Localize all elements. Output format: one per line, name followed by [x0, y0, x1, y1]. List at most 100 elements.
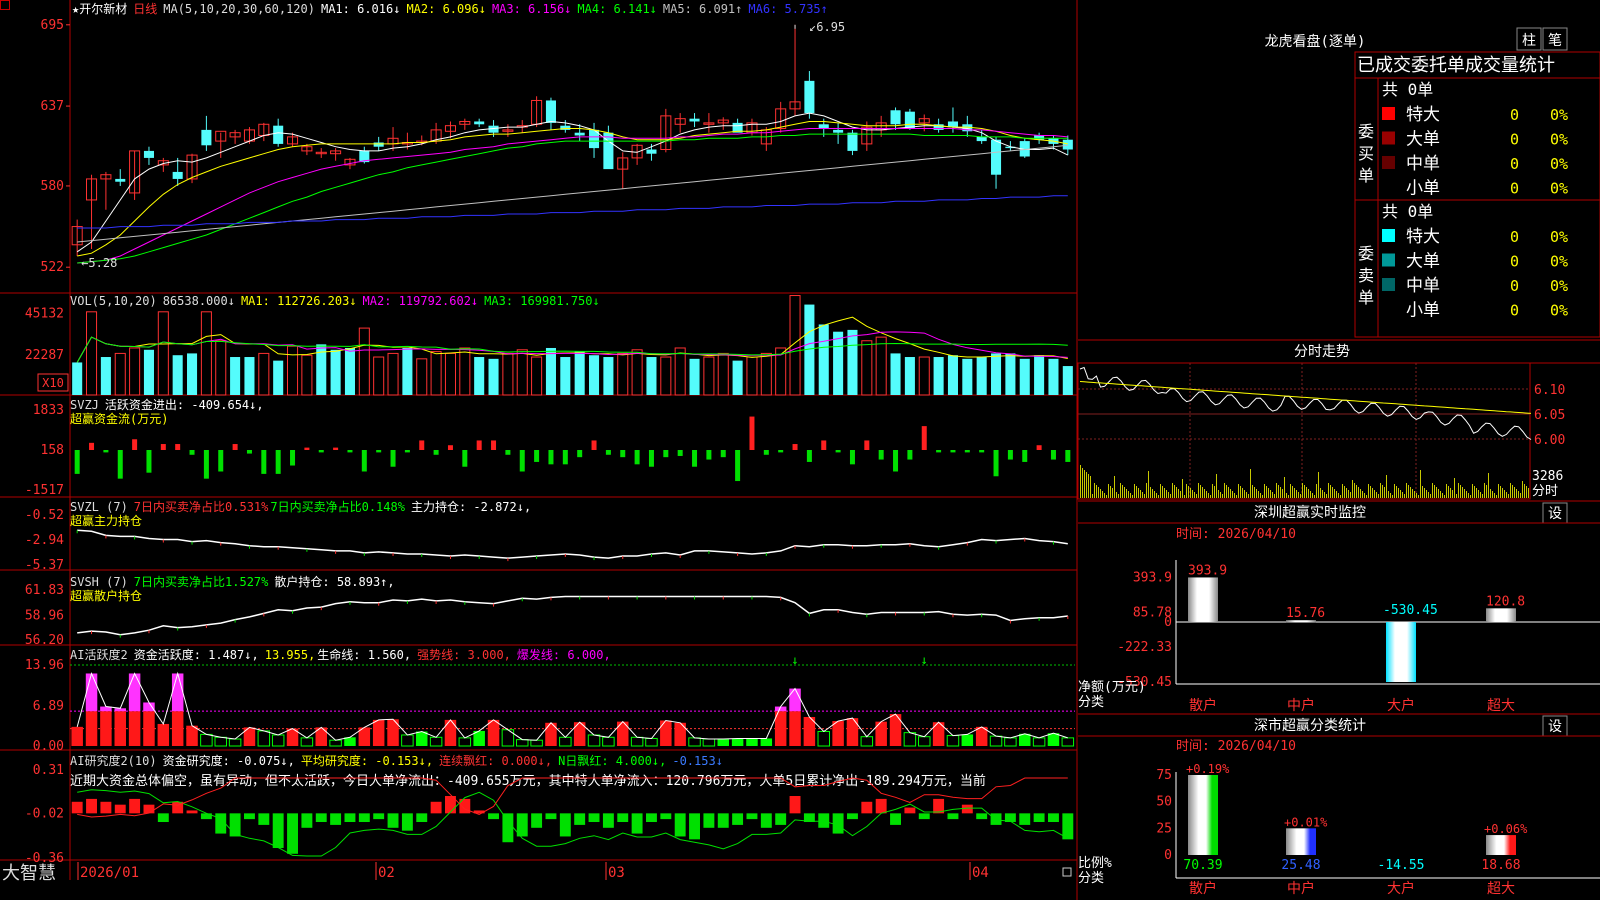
fund-flow-bar: [534, 450, 540, 462]
sz-class-y-title: 比例%: [1078, 856, 1112, 871]
fund-flow-bar: [1036, 445, 1042, 450]
ai-research-bar: [775, 813, 787, 825]
ai-research-bar: [961, 804, 973, 814]
buy-order-side-label: 单: [1358, 166, 1374, 185]
sell-order-row-name: 中单: [1406, 276, 1440, 296]
vol-bar: [833, 331, 844, 395]
intraday-vol-bar: [1288, 495, 1289, 498]
intraday-vol-bar: [1272, 492, 1273, 498]
fund-flow-bar: [634, 450, 640, 465]
fund-flow-bar: [117, 450, 123, 479]
vol-bar: [402, 347, 413, 395]
intraday-vol-bar: [1362, 491, 1363, 498]
intraday-vol-bar: [1090, 476, 1091, 498]
intraday-vol-bar: [1162, 486, 1163, 498]
ai-active-bar: [401, 734, 414, 747]
candle-body: [646, 149, 657, 154]
intraday-vol-bar: [1302, 483, 1303, 498]
intraday-vol-bar: [1306, 487, 1307, 498]
intraday-vol-bar: [1334, 489, 1335, 498]
vol-value: 86538.000↓: [163, 294, 235, 308]
ai-research-label: AI研究度2(10): [70, 753, 157, 768]
fund-flow-bar: [1050, 450, 1056, 460]
buy-order-side-label: 委: [1358, 122, 1374, 141]
candle-body: [574, 132, 585, 136]
ma-value-5: MA5: 6.091↑: [663, 2, 742, 16]
svzl-y-tick-label: -0.52: [25, 508, 64, 523]
fund-flow-bar: [462, 450, 468, 467]
intraday-vol-bar: [1158, 495, 1159, 498]
vol-bar: [430, 351, 442, 396]
ai-active-bar: [516, 739, 529, 747]
intraday-vol-bar: [1482, 494, 1483, 498]
intraday-vol-bar: [1364, 493, 1365, 498]
intraday-vol-bar: [1156, 493, 1157, 498]
intraday-vol-bar: [1192, 490, 1193, 498]
time-axis-label: 2026/01: [80, 865, 139, 881]
vol-bar: [646, 357, 657, 395]
sell-order-side-label: 委: [1358, 244, 1374, 263]
intraday-vol-bar: [1096, 485, 1097, 498]
intraday-vol-bar: [1232, 491, 1233, 498]
vol-y-tick-label: 45132: [25, 307, 64, 322]
intraday-vol-bar: [1500, 486, 1501, 498]
vol-label: VOL(5,10,20): [70, 294, 157, 308]
intraday-vol-bar: [1142, 492, 1143, 498]
ai-active-bar: [660, 720, 672, 746]
intraday-vol-bar: [1092, 494, 1093, 498]
vol-ma2: MA2: 119792.602↓: [363, 294, 479, 308]
sz-class-pct-label: +0.06%: [1484, 822, 1528, 836]
fund-flow-bar: [103, 450, 109, 453]
sz-monitor-time: 时间: 2026/04/10: [1176, 527, 1296, 542]
candle-body: [545, 100, 556, 123]
intraday-vol-bar: [1454, 478, 1455, 498]
intraday-vol-bar: [1270, 490, 1271, 498]
intraday-vol-bar: [1308, 489, 1309, 498]
fund-flow-bar: [605, 450, 611, 455]
intraday-vol-bar: [1424, 488, 1425, 498]
intraday-vol-bar: [1296, 490, 1297, 498]
ai-active-bar: [717, 739, 729, 746]
fund-flow-bar: [304, 447, 310, 450]
intraday-vol-bar: [1410, 487, 1411, 498]
svzj-y-tick-label: -1517: [25, 483, 64, 498]
intraday-vol-bar: [1138, 488, 1139, 498]
sz-monitor-category: 超大: [1487, 698, 1515, 714]
intraday-vol-bar: [1228, 487, 1229, 498]
ai-active-bar: [300, 737, 314, 747]
buy-order-row-pct: 0%: [1550, 180, 1568, 198]
ai-research-bar: [732, 813, 744, 825]
vol-bar: [474, 357, 485, 395]
vol-bar: [187, 353, 198, 395]
sz-monitor-y-tick-label: 0: [1164, 615, 1172, 630]
svsh-y-tick-label: 61.83: [25, 583, 64, 598]
intraday-vol-bar: [1436, 487, 1437, 498]
ai-research-bar: [301, 813, 313, 828]
fund-flow-bar: [261, 450, 267, 474]
intraday-vol-bar: [1352, 480, 1353, 498]
period-label: 日线: [133, 2, 157, 16]
intraday-frame: [1077, 362, 1531, 500]
candle-body: [115, 178, 126, 182]
sz-monitor-title: 深圳超赢实时监控: [1254, 504, 1366, 521]
fund-flow-bar: [763, 450, 769, 455]
intraday-vol-bar: [1286, 493, 1287, 498]
vol-bar: [215, 340, 227, 396]
sz-monitor-value-label: 15.76: [1286, 606, 1325, 621]
intraday-vol-bar: [1132, 495, 1133, 498]
vol-bar: [100, 357, 111, 395]
ai-research-bar: [358, 813, 370, 823]
intraday-vol-bar: [1418, 495, 1419, 498]
intraday-vol-bar: [1520, 493, 1521, 498]
buy-order-swatch: [1382, 107, 1395, 120]
price-y-tick-label: 695: [41, 18, 64, 33]
intraday-vol-bar: [1170, 494, 1171, 498]
sell-order-row-name: 特大: [1406, 227, 1440, 247]
ai-research-bar: [272, 813, 284, 849]
intraday-vol-bar: [1146, 483, 1147, 498]
candle-body: [1062, 139, 1073, 150]
fund-flow-bar: [491, 440, 497, 450]
ai-active-burst-bar: [171, 673, 184, 712]
candle-body: [991, 139, 1002, 175]
ai-active-bar: [1061, 737, 1075, 747]
